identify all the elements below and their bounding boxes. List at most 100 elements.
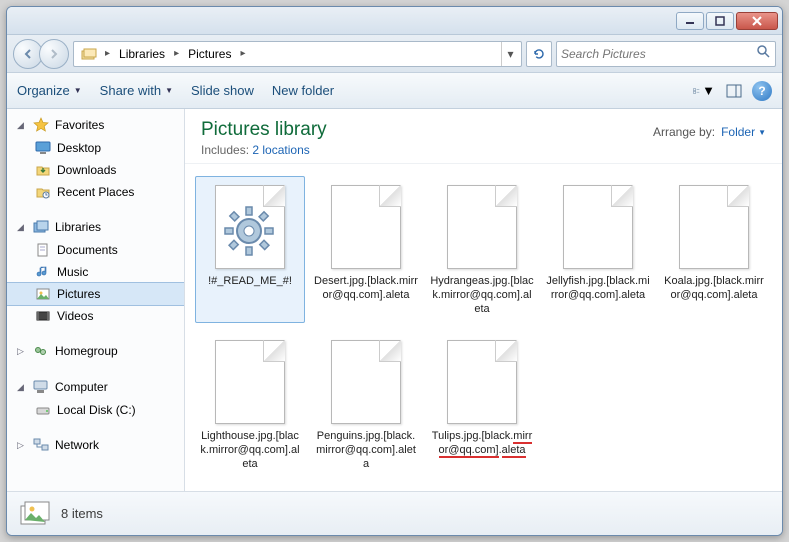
nav-videos[interactable]: Videos — [7, 305, 184, 327]
preview-pane-button[interactable] — [722, 80, 746, 102]
view-options-button[interactable]: ▼ — [692, 80, 716, 102]
navigation-pane: ◢ Favorites Desktop Downloads Recent Plac… — [7, 109, 185, 491]
chevron-down-icon: ▼ — [74, 86, 82, 95]
star-icon — [33, 117, 49, 133]
file-item[interactable]: Tulips.jpg.[black.mirror@qq.com].aleta — [427, 331, 537, 478]
file-thumbnail — [211, 338, 289, 426]
toolbar: Organize▼ Share with ▼ Slide show New fol… — [7, 73, 782, 109]
downloads-icon — [35, 162, 51, 178]
breadcrumb-dropdown[interactable]: ▾ — [501, 42, 519, 66]
computer-icon — [33, 379, 49, 395]
nav-favorites[interactable]: ◢ Favorites — [7, 115, 184, 137]
file-item[interactable]: Penguins.jpg.[black.mirror@qq.com].aleta — [311, 331, 421, 478]
breadcrumb[interactable]: ▸ Libraries ▸ Pictures ▸ ▾ — [73, 41, 522, 67]
slideshow-button[interactable]: Slide show — [191, 83, 254, 98]
nav-label: Downloads — [57, 163, 116, 177]
recent-icon — [35, 184, 51, 200]
file-thumbnail — [327, 338, 405, 426]
search-input[interactable] — [561, 47, 756, 61]
expand-icon: ▷ — [17, 346, 27, 357]
arrange-by: Arrange by: Folder ▼ — [653, 125, 766, 139]
share-menu[interactable]: Share with ▼ — [100, 83, 173, 98]
file-item[interactable]: Jellyfish.jpg.[black.mirror@qq.com].alet… — [543, 176, 653, 323]
nav-label: Pictures — [57, 287, 100, 301]
explorer-window: ▸ Libraries ▸ Pictures ▸ ▾ Organize▼ Sha… — [6, 6, 783, 536]
library-title: Pictures library — [201, 119, 327, 141]
nav-desktop[interactable]: Desktop — [7, 137, 184, 159]
nav-label: Videos — [57, 309, 93, 323]
nav-label: Favorites — [55, 118, 104, 132]
chevron-down-icon: ▼ — [758, 128, 766, 137]
nav-localdisk[interactable]: Local Disk (C:) — [7, 399, 184, 421]
file-item[interactable]: Koala.jpg.[black.mirror@qq.com].aleta — [659, 176, 769, 323]
nav-label: Local Disk (C:) — [57, 403, 136, 417]
chevron-right-icon[interactable]: ▸ — [171, 48, 182, 59]
file-name: Lighthouse.jpg.[black.mirror@qq.com].ale… — [198, 430, 302, 471]
file-item[interactable]: !#_READ_ME_#! — [195, 176, 305, 323]
locations-link[interactable]: 2 locations — [252, 143, 309, 157]
nav-label: Documents — [57, 243, 118, 257]
refresh-button[interactable] — [526, 41, 552, 67]
minimize-button[interactable] — [676, 12, 704, 30]
file-thumbnail — [443, 338, 521, 426]
forward-button[interactable] — [39, 39, 69, 69]
status-bar: 8 items — [7, 491, 782, 535]
nav-label: Homegroup — [55, 344, 118, 358]
file-thumbnail — [675, 183, 753, 271]
file-name: Koala.jpg.[black.mirror@qq.com].aleta — [662, 275, 766, 303]
collapse-icon: ◢ — [17, 382, 27, 393]
documents-icon — [35, 242, 51, 258]
file-thumbnail — [211, 183, 289, 271]
file-thumbnail — [559, 183, 637, 271]
file-name: Jellyfish.jpg.[black.mirror@qq.com].alet… — [546, 275, 650, 303]
file-item[interactable]: Hydrangeas.jpg.[black.mirror@qq.com].ale… — [427, 176, 537, 323]
file-item[interactable]: Desert.jpg.[black.mirror@qq.com].aleta — [311, 176, 421, 323]
share-label: Share with — [100, 83, 161, 98]
maximize-button[interactable] — [706, 12, 734, 30]
nav-music[interactable]: Music — [7, 261, 184, 283]
content-pane: Pictures library Includes: 2 locations A… — [185, 109, 782, 491]
help-button[interactable]: ? — [752, 81, 772, 101]
collapse-icon: ◢ — [17, 222, 27, 233]
item-count: 8 items — [61, 506, 103, 521]
nav-buttons — [13, 39, 69, 69]
pictures-large-icon — [19, 500, 51, 528]
expand-icon: ▷ — [17, 440, 27, 451]
file-thumbnail — [327, 183, 405, 271]
music-icon — [35, 264, 51, 280]
chevron-down-icon: ▼ — [165, 86, 173, 95]
collapse-icon: ◢ — [17, 120, 27, 131]
nav-computer[interactable]: ◢ Computer — [7, 377, 184, 399]
nav-pictures[interactable]: Pictures — [7, 282, 184, 306]
nav-label: Computer — [55, 380, 108, 394]
network-icon — [33, 437, 49, 453]
nav-label: Network — [55, 438, 99, 452]
nav-libraries[interactable]: ◢Libraries — [7, 217, 184, 239]
desktop-icon — [35, 140, 51, 156]
organize-menu[interactable]: Organize▼ — [17, 83, 82, 98]
breadcrumb-libraries[interactable]: Libraries — [113, 47, 171, 61]
drive-icon — [35, 402, 51, 418]
search-box[interactable] — [556, 41, 776, 67]
arrange-dropdown[interactable]: Folder ▼ — [721, 125, 766, 139]
nav-recent[interactable]: Recent Places — [7, 181, 184, 203]
folder-stack-icon — [80, 45, 98, 63]
library-subtitle: Includes: 2 locations — [201, 143, 327, 157]
file-name: Desert.jpg.[black.mirror@qq.com].aleta — [314, 275, 418, 303]
nav-label: Music — [57, 265, 88, 279]
chevron-right-icon[interactable]: ▸ — [102, 48, 113, 59]
breadcrumb-pictures[interactable]: Pictures — [182, 47, 237, 61]
homegroup-icon — [33, 343, 49, 359]
chevron-right-icon[interactable]: ▸ — [237, 48, 248, 59]
nav-homegroup[interactable]: ▷ Homegroup — [7, 341, 184, 363]
file-name: Tulips.jpg.[black.mirror@qq.com].aleta — [430, 430, 534, 458]
nav-network[interactable]: ▷ Network — [7, 435, 184, 457]
newfolder-button[interactable]: New folder — [272, 83, 334, 98]
address-bar: ▸ Libraries ▸ Pictures ▸ ▾ — [7, 35, 782, 73]
file-thumbnail — [443, 183, 521, 271]
videos-icon — [35, 308, 51, 324]
close-button[interactable] — [736, 12, 778, 30]
nav-downloads[interactable]: Downloads — [7, 159, 184, 181]
file-item[interactable]: Lighthouse.jpg.[black.mirror@qq.com].ale… — [195, 331, 305, 478]
nav-documents[interactable]: Documents — [7, 239, 184, 261]
